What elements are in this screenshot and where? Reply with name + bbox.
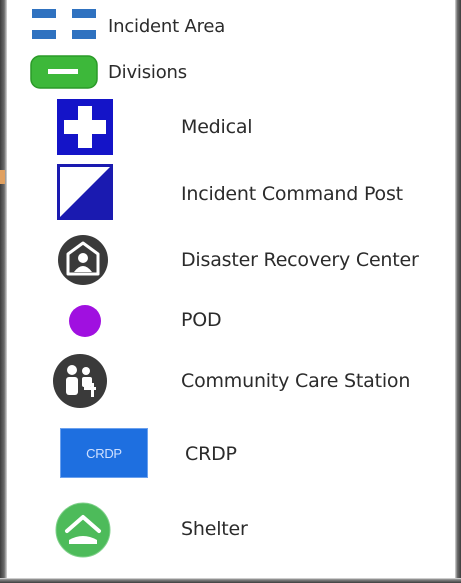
legend-frame-right <box>455 0 461 583</box>
legend-label-incident-command-post: Incident Command Post <box>181 183 403 205</box>
legend-label-incident-area: Incident Area <box>108 16 226 37</box>
incident-area-icon <box>32 9 96 39</box>
legend-label-crdp: CRDP <box>185 443 237 465</box>
crdp-box-text: CRDP <box>86 445 122 461</box>
care-station-icon <box>53 354 107 408</box>
legend-label-community-care-station: Community Care Station <box>181 370 411 392</box>
legend-frame-bottom <box>0 578 461 583</box>
legend-label-disaster-recovery-center: Disaster Recovery Center <box>181 249 419 271</box>
shelter-icon <box>55 502 111 558</box>
legend-label-medical: Medical <box>181 116 253 138</box>
recovery-center-icon <box>58 235 108 285</box>
legend-label-shelter: Shelter <box>181 518 248 540</box>
map-edge-fragment <box>0 170 5 184</box>
legend-label-divisions: Divisions <box>108 62 187 83</box>
command-post-flag-icon <box>57 164 113 220</box>
divisions-icon <box>30 55 98 89</box>
pod-dot-icon <box>69 305 101 337</box>
legend-label-pod: POD <box>181 309 222 331</box>
map-legend: Incident Area Divisions Medical Incident… <box>0 0 461 583</box>
medical-cross-icon <box>57 99 113 155</box>
legend-frame-left <box>0 0 7 583</box>
crdp-box-icon: CRDP <box>60 428 148 478</box>
